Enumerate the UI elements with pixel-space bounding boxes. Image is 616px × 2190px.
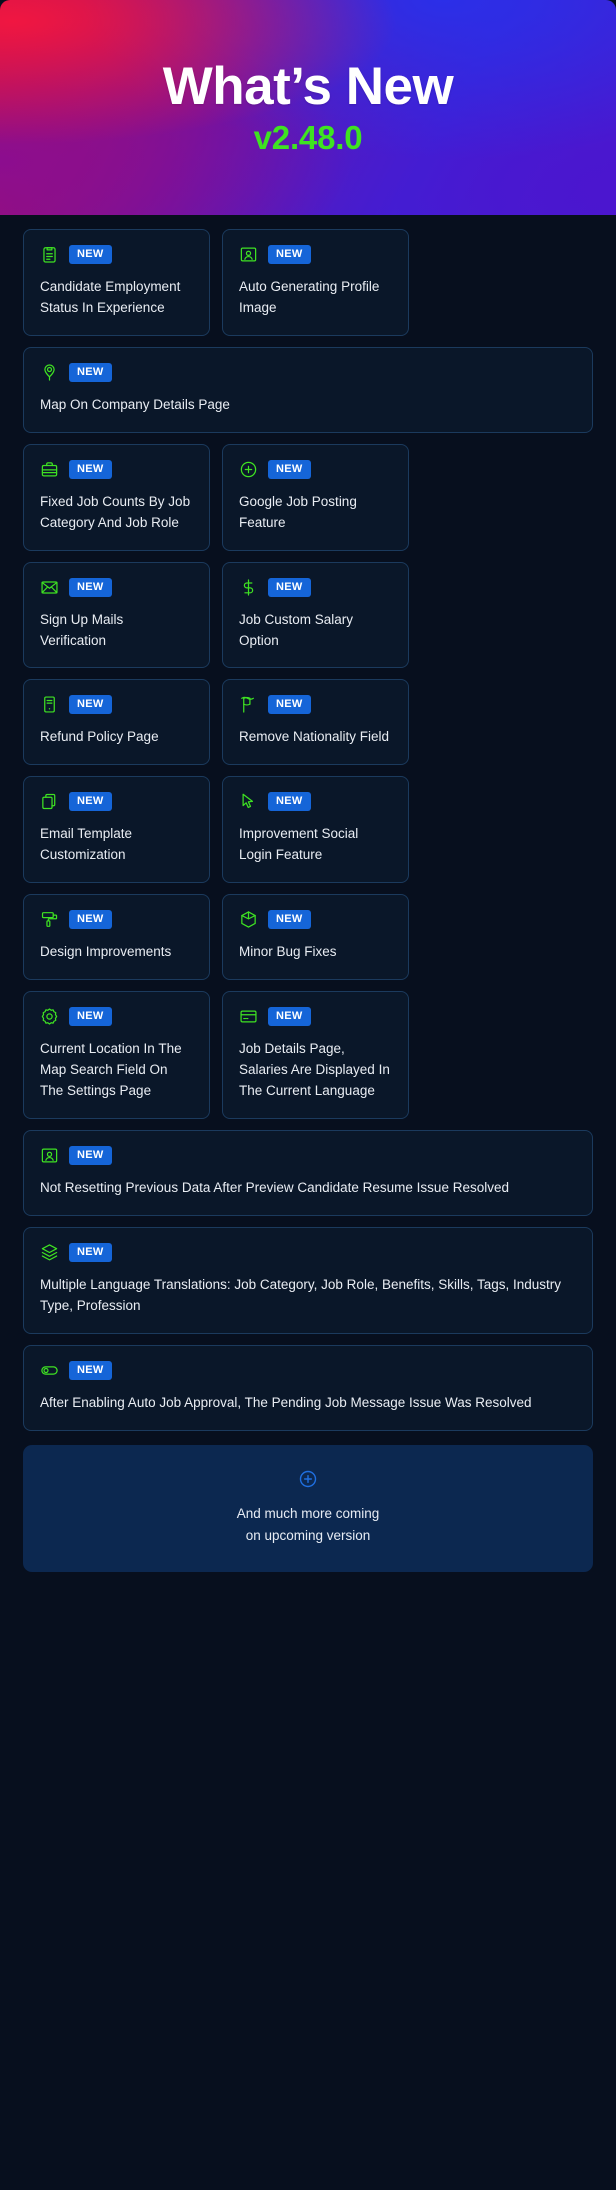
feature-card-title: Google Job Posting Feature [239,493,357,530]
new-badge: NEW [268,577,311,597]
flag-icon [239,695,258,714]
feature-card[interactable]: NEW Job Details Page, Salaries Are Displa… [222,991,409,1120]
feature-card-title: Email Template Customization [40,826,133,863]
feature-card[interactable]: NEW Minor Bug Fixes [222,894,409,981]
credit-card-icon [239,1007,258,1026]
feature-card[interactable]: NEW Email Template Customization [23,776,210,884]
feature-card[interactable]: NEW Remove Nationality Field [222,679,409,766]
feature-card[interactable]: NEW Google Job Posting Feature [222,443,409,551]
coming-soon-line-1: And much more coming [236,1505,380,1521]
feature-card-title: Current Location In The Map Search Field… [40,1041,182,1099]
toggle-icon [40,1361,59,1380]
feature-card-header: NEW [40,910,193,930]
document-icon [40,695,59,714]
feature-card[interactable]: NEW Map On Company Details Page [23,346,593,433]
version-label: v2.48.0 [253,119,363,157]
feature-card-header: NEW [239,910,392,930]
envelope-icon [40,578,59,597]
feature-card[interactable]: NEW Improvement Social Login Feature [222,776,409,884]
map-pin-icon [40,363,59,382]
feature-card-title: Improvement Social Login Feature [239,826,359,863]
feature-card-title: Sign Up Mails Verification [40,611,124,648]
coming-soon-card: And much more coming on upcoming version [23,1444,593,1573]
feature-card-title: Candidate Employment Status In Experienc… [40,279,181,315]
feature-card-header: NEW [239,695,392,715]
profile-image-icon [40,1146,59,1165]
feature-card-title: After Enabling Auto Job Approval, The Pe… [40,1394,532,1410]
feature-card-title: Minor Bug Fixes [239,944,337,960]
feature-card-title: Auto Generating Profile Image [239,279,380,315]
feature-card-title: Map On Company Details Page [40,396,230,412]
feature-card[interactable]: NEW Multiple Language Translations: Job C… [23,1226,593,1334]
feature-card[interactable]: NEW Current Location In The Map Search Fi… [23,991,210,1120]
new-badge: NEW [69,910,112,930]
feature-card-header: NEW [239,577,392,597]
new-badge: NEW [69,1146,112,1166]
new-badge: NEW [69,792,112,812]
new-badge: NEW [69,1007,112,1027]
feature-card-header: NEW [239,792,392,812]
feature-card-header: NEW [40,362,576,382]
feature-card-header: NEW [40,577,193,597]
cursor-icon [239,792,258,811]
page-header: What’s New v2.48.0 [0,0,616,215]
gear-icon [40,1007,59,1026]
plus-circle-icon [239,460,258,479]
feature-card-title: Design Improvements [40,944,172,960]
whats-new-page: What’s New v2.48.0 NEW Candidate Employme… [0,0,616,2190]
feature-card-title: Not Resetting Previous Data After Previe… [40,1180,509,1196]
clipboard-icon [40,245,59,264]
feature-card[interactable]: NEW Candidate Employment Status In Experi… [23,229,210,336]
coming-soon-line-2: on upcoming version [245,1527,371,1543]
feature-card-header: NEW [40,792,193,812]
feature-card-title: Job Details Page, Salaries Are Displayed… [239,1041,390,1099]
feature-card[interactable]: NEW Auto Generating Profile Image [222,229,409,336]
feature-card[interactable]: NEW After Enabling Auto Job Approval, The… [23,1344,593,1431]
new-badge: NEW [268,1007,311,1027]
page-title: What’s New [162,56,454,116]
feature-card-title: Fixed Job Counts By Job Category And Job… [40,493,191,530]
layers-icon [40,1243,59,1262]
feature-card-header: NEW [40,1360,576,1380]
feature-card-header: NEW [239,1007,392,1027]
feature-card-header: NEW [239,245,392,264]
feature-card-title: Job Custom Salary Option [239,611,354,648]
new-badge: NEW [268,695,311,715]
new-badge: NEW [268,245,311,264]
new-badge: NEW [69,695,112,715]
feature-card-header: NEW [40,1007,193,1027]
feature-card[interactable]: NEW Sign Up Mails Verification [23,561,210,669]
paint-roller-icon [40,910,59,929]
new-badge: NEW [69,1360,112,1380]
copy-icon [40,792,59,811]
new-badge: NEW [268,792,311,812]
feature-card[interactable]: NEW Job Custom Salary Option [222,561,409,669]
new-badge: NEW [69,577,112,597]
new-badge: NEW [69,245,112,264]
new-badge: NEW [268,910,311,930]
profile-image-icon [239,245,258,264]
feature-card-header: NEW [40,245,193,264]
plus-circle-icon [298,1469,318,1489]
new-badge: NEW [69,459,112,479]
feature-card-grid: NEW Candidate Employment Status In Experi… [0,215,616,1431]
feature-card[interactable]: NEW Fixed Job Counts By Job Category And … [23,443,210,551]
feature-card-title: Remove Nationality Field [239,729,390,745]
new-badge: NEW [69,362,112,382]
feature-card-header: NEW [40,695,193,715]
cube-icon [239,910,258,929]
feature-card-header: NEW [40,1146,576,1166]
feature-card-header: NEW [40,1242,576,1262]
feature-card[interactable]: NEW Not Resetting Previous Data After Pre… [23,1130,593,1216]
dollar-icon [239,578,258,597]
feature-card[interactable]: NEW Refund Policy Page [23,679,210,766]
feature-card-title: Refund Policy Page [40,729,159,745]
briefcase-icon [40,460,59,479]
new-badge: NEW [69,1242,112,1262]
feature-card-title: Multiple Language Translations: Job Cate… [40,1276,562,1313]
feature-card-header: NEW [40,459,193,479]
feature-card[interactable]: NEW Design Improvements [23,894,210,981]
feature-card-header: NEW [239,459,392,479]
new-badge: NEW [268,459,311,479]
